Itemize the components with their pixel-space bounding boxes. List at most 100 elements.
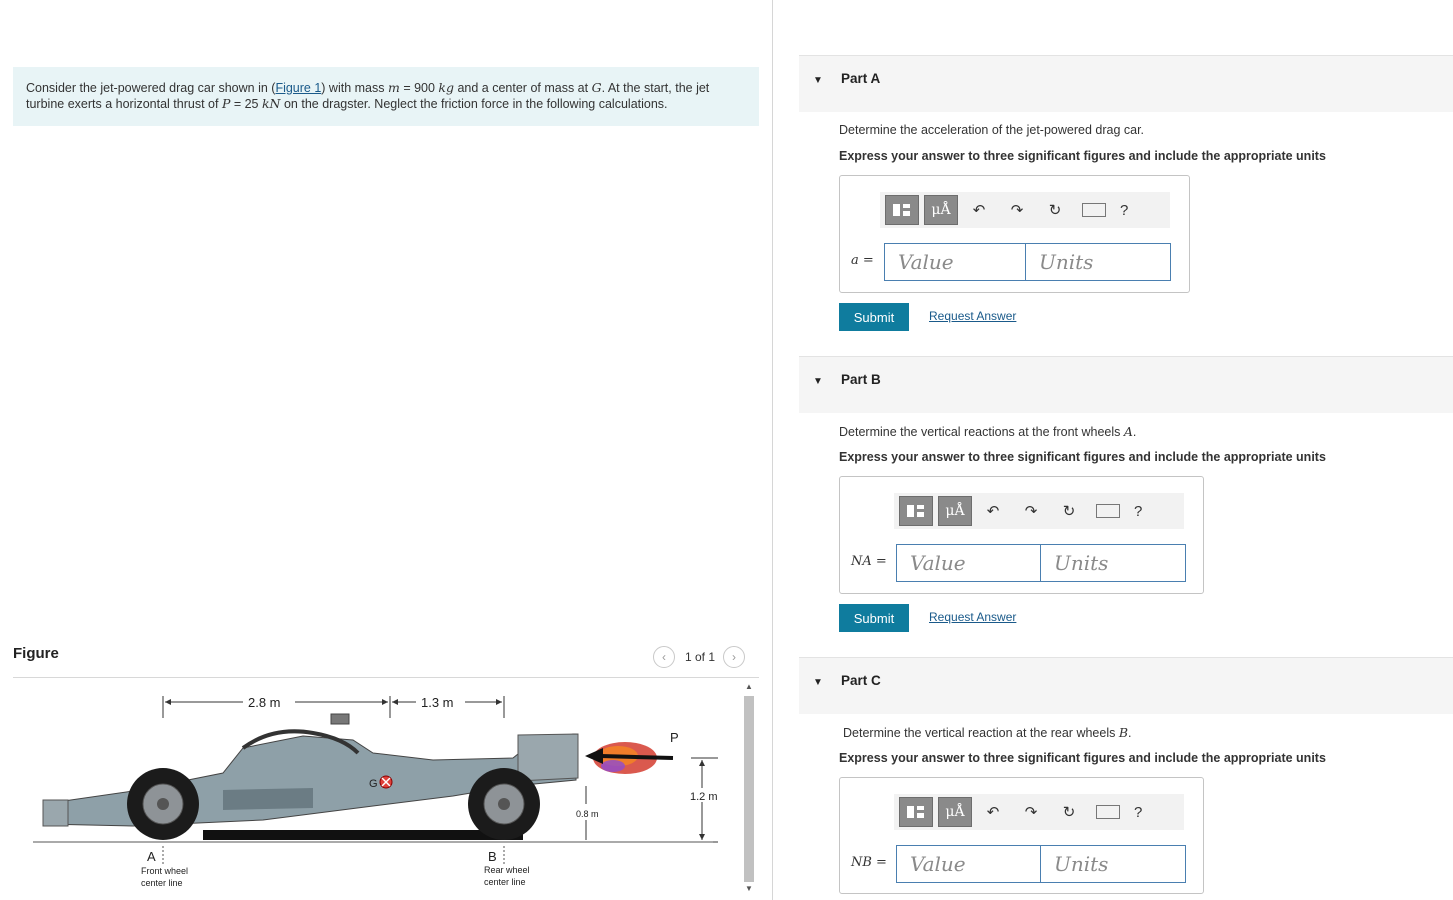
center-of-mass-marker (379, 775, 393, 789)
scroll-up-icon[interactable]: ▲ (744, 682, 754, 691)
part-b-instruction: Express your answer to three significant… (839, 450, 1326, 464)
chevron-right-icon[interactable]: › (723, 646, 746, 668)
center-of-mass-symbol: G (591, 80, 602, 95)
figure-image: 2.8 m 1.3 m 1.2 m 0.8 m P G A B Front wh… (13, 678, 741, 900)
mass-unit: kg (438, 80, 454, 95)
part-b-question: Determine the vertical reactions at the … (839, 424, 1137, 439)
part-c-question: Determine the vertical reaction at the r… (843, 725, 1132, 740)
keyboard-icon[interactable] (1096, 504, 1120, 518)
part-a-question: Determine the acceleration of the jet-po… (839, 123, 1145, 137)
pager-text: 1 of 1 (685, 650, 716, 664)
keyboard-icon[interactable] (1096, 805, 1120, 819)
chevron-left-icon[interactable]: ‹ (653, 646, 675, 668)
part-a-instruction: Express your answer to three significant… (839, 149, 1326, 163)
rear-wheel-caption: Rear wheel (484, 865, 530, 875)
part-title: Part B (841, 372, 881, 387)
units-symbol-button[interactable]: μÅ (924, 195, 958, 225)
part-title: Part A (841, 71, 881, 86)
front-wheel (127, 768, 199, 840)
label-b: B (488, 849, 497, 864)
label-a: A (147, 849, 156, 864)
redo-icon[interactable]: ↷ (1014, 502, 1048, 520)
thrust-label: P (670, 730, 679, 745)
units-input[interactable]: Units (1040, 544, 1186, 582)
part-b-answer-box: μÅ ↶ ↷ ↻ ? NA = Value Units (839, 476, 1204, 594)
redo-icon[interactable]: ↷ (1014, 803, 1048, 821)
g-label: G (369, 778, 378, 790)
part-c-answer-box: μÅ ↶ ↷ ↻ ? NB = Value Units (839, 777, 1204, 894)
dim-label-front: 2.8 m (248, 695, 281, 710)
mass-symbol: m (387, 80, 400, 95)
left-pane: Consider the jet-powered drag car shown … (0, 0, 772, 900)
part-a-submit-button[interactable]: Submit (839, 303, 909, 331)
caret-down-icon[interactable]: ▼ (813, 75, 823, 86)
rear-wheel (468, 768, 540, 840)
figure-link[interactable]: Figure 1 (275, 81, 321, 95)
part-c-header[interactable]: ▼ Part C (799, 657, 1453, 714)
dim-label-rear: 1.3 m (421, 695, 454, 710)
reset-icon[interactable]: ↻ (1052, 502, 1086, 520)
variable-label: NA = (851, 554, 887, 569)
pane-divider (772, 0, 773, 900)
thrust-value: = 25 (230, 97, 262, 111)
undo-icon[interactable]: ↶ (976, 502, 1010, 520)
dim-label-small: 0.8 m (576, 809, 599, 819)
part-a-request-answer-link[interactable]: Request Answer (929, 309, 1016, 323)
variable-label: NB = (851, 855, 887, 870)
units-input[interactable]: Units (1040, 845, 1186, 883)
undo-icon[interactable]: ↶ (976, 803, 1010, 821)
units-symbol-button[interactable]: μÅ (938, 797, 972, 827)
rear-wheel-caption: center line (484, 877, 526, 887)
scroll-down-icon[interactable]: ▼ (744, 884, 754, 893)
mass-value: = 900 (399, 81, 439, 95)
help-icon[interactable]: ? (1134, 804, 1142, 821)
math-toolbar: μÅ ↶ ↷ ↻ ? (880, 192, 1170, 228)
question-text: Determine the vertical reaction at the r… (843, 726, 1119, 740)
redo-icon[interactable]: ↷ (1000, 201, 1034, 219)
thrust-unit: kN (261, 96, 281, 111)
problem-text: and a center of mass at (454, 81, 592, 95)
question-symbol: A (1123, 424, 1133, 439)
figure-pager: ‹ 1 of 1 › (653, 646, 746, 668)
value-input[interactable]: Value (884, 243, 1027, 281)
keyboard-icon[interactable] (1082, 203, 1106, 217)
front-wheel-caption: center line (141, 878, 183, 888)
help-icon[interactable]: ? (1134, 503, 1142, 520)
caret-down-icon[interactable]: ▼ (813, 376, 823, 387)
figure-title: Figure (13, 645, 59, 662)
math-toolbar: μÅ ↶ ↷ ↻ ? (894, 493, 1184, 529)
caret-down-icon[interactable]: ▼ (813, 677, 823, 688)
variable-label: a = (851, 253, 874, 268)
part-b-request-answer-link[interactable]: Request Answer (929, 610, 1016, 624)
scroll-thumb[interactable] (744, 696, 754, 882)
problem-text: Consider the jet-powered drag car shown … (26, 81, 276, 95)
problem-statement: Consider the jet-powered drag car shown … (13, 67, 759, 126)
part-b-header[interactable]: ▼ Part B (799, 356, 1453, 413)
thrust-flame (585, 742, 674, 774)
part-title: Part C (841, 673, 881, 688)
front-wheel-caption: Front wheel (141, 866, 188, 876)
figure-scrollbar[interactable]: ▲ ▼ (741, 680, 757, 900)
part-a-answer-box: μÅ ↶ ↷ ↻ ? a = Value Units (839, 175, 1190, 293)
dragster-diagram: 2.8 m 1.3 m 1.2 m 0.8 m P G A B Front wh… (33, 695, 718, 888)
math-toolbar: μÅ ↶ ↷ ↻ ? (894, 794, 1184, 830)
part-b-submit-button[interactable]: Submit (839, 604, 909, 632)
part-c-instruction: Express your answer to three significant… (839, 751, 1326, 765)
units-input[interactable]: Units (1025, 243, 1171, 281)
problem-text: on the dragster. Neglect the friction fo… (280, 97, 668, 111)
value-input[interactable]: Value (896, 845, 1041, 883)
problem-text: ) with mass (321, 81, 388, 95)
reset-icon[interactable]: ↻ (1052, 803, 1086, 821)
template-button[interactable] (899, 797, 933, 827)
help-icon[interactable]: ? (1120, 202, 1128, 219)
question-text: Determine the vertical reactions at the … (839, 425, 1124, 439)
part-a-header[interactable]: ▼ Part A (799, 55, 1453, 112)
template-button[interactable] (885, 195, 919, 225)
value-input[interactable]: Value (896, 544, 1041, 582)
undo-icon[interactable]: ↶ (962, 201, 996, 219)
template-button[interactable] (899, 496, 933, 526)
dim-label-height: 1.2 m (690, 791, 718, 803)
reset-icon[interactable]: ↻ (1038, 201, 1072, 219)
question-symbol: B (1118, 725, 1129, 740)
units-symbol-button[interactable]: μÅ (938, 496, 972, 526)
